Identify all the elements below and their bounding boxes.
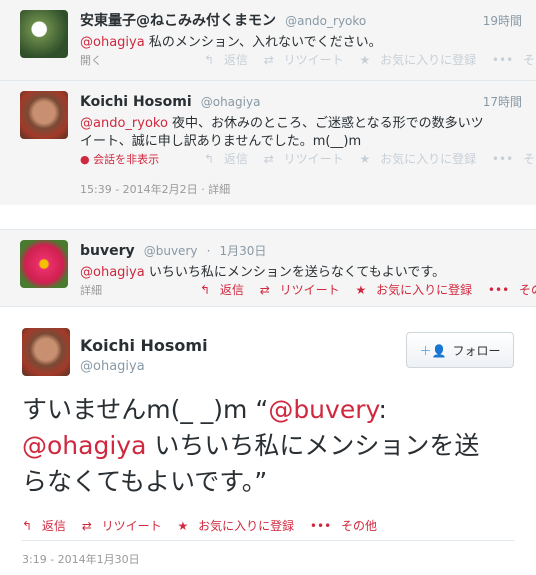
more-button[interactable]: ••• その他 [310, 519, 383, 533]
reply-icon: ↰ [204, 53, 215, 67]
author-name[interactable]: buvery [80, 243, 135, 259]
author-name[interactable]: 安東量子@ねこみみ付くまモン [80, 13, 276, 29]
star-icon: ★ [177, 519, 189, 533]
tweet-text-continued: イート、誠に申し訳ありませんでした。m(__)m [80, 134, 362, 149]
retweet-button[interactable]: ⇄ リツイート [260, 283, 346, 297]
reply-icon: ↰ [200, 283, 211, 297]
star-icon: ★ [355, 283, 367, 297]
retweet-icon: ⇄ [263, 53, 274, 67]
retweet-icon: ⇄ [263, 152, 274, 166]
reply-button[interactable]: ↰ 返信 [204, 53, 254, 67]
mention-link[interactable]: @ohagiya [80, 35, 145, 50]
mention-link[interactable]: @buvery [268, 395, 378, 424]
avatar[interactable] [20, 240, 68, 288]
tweet-text: 私のメンション、入れないでください。 [144, 35, 382, 50]
retweet-icon: ⇄ [81, 519, 92, 533]
tweet-time[interactable]: 19時間 [483, 12, 522, 29]
main-author-name[interactable]: Koichi Hosomi [80, 336, 208, 355]
main-author-handle[interactable]: @ohagiya [80, 359, 145, 374]
more-icon: ••• [491, 152, 514, 166]
retweet-button[interactable]: ⇄ リツイート [82, 519, 168, 533]
avatar[interactable] [22, 328, 70, 376]
avatar[interactable] [20, 91, 68, 139]
tweet-time[interactable]: 17時間 [483, 93, 522, 110]
tweet-buvery: buvery @buvery · 1月30日 @ohagiya いちいち私にメン… [0, 230, 536, 306]
star-icon: ★ [359, 152, 371, 166]
reply-button[interactable]: ↰ 返信 [200, 283, 250, 297]
author-name[interactable]: Koichi Hosomi [80, 94, 192, 110]
more-icon: ••• [491, 53, 514, 67]
author-handle[interactable]: @ando_ryoko [285, 14, 366, 28]
avatar[interactable] [20, 10, 68, 58]
retweet-button[interactable]: ⇄ リツイート [264, 152, 350, 166]
main-tweet-text: すいませんm(_ _)m “@buvery: @ohagiya いちいち私にメン… [22, 395, 480, 496]
tweet-hosomi-reply: Koichi Hosomi @ohagiya 17時間 @ando_ryoko … [0, 81, 536, 205]
reply-icon: ↰ [204, 152, 215, 166]
tweet-ando: 安東量子@ねこみみ付くまモン @ando_ryoko 19時間 @ohagiya… [0, 0, 536, 80]
mention-link[interactable]: @ohagiya [80, 265, 145, 280]
reply-icon: ↰ [22, 519, 33, 533]
retweet-button[interactable]: ⇄ リツイート [264, 53, 350, 67]
detail-link[interactable]: 詳細 [80, 282, 102, 298]
more-icon: ••• [487, 283, 510, 297]
more-icon: ••• [309, 519, 332, 533]
tweet-text: 夜中、お休みのところ、ご迷惑となる形での数多いツ [167, 116, 484, 131]
speech-bubble-icon: ● [80, 153, 90, 166]
reply-button[interactable]: ↰ 返信 [204, 152, 254, 166]
more-button[interactable]: ••• その他 [492, 53, 536, 67]
favorite-button[interactable]: ★ お気に入りに登録 [177, 519, 300, 533]
more-button[interactable]: ••• その他 [488, 283, 536, 297]
favorite-button[interactable]: ★ お気に入りに登録 [359, 53, 482, 67]
follow-button[interactable]: ＋👤 フォロー [406, 332, 514, 368]
expand-link[interactable]: 開く [80, 52, 102, 68]
mention-link[interactable]: @ohagiya [22, 431, 146, 460]
detail-link[interactable]: 詳細 [208, 183, 230, 196]
tweet-time[interactable]: 1月30日 [220, 244, 267, 258]
more-button[interactable]: ••• その他 [492, 152, 536, 166]
author-handle[interactable]: @ohagiya [201, 95, 261, 109]
reply-button[interactable]: ↰ 返信 [22, 519, 72, 533]
star-icon: ★ [359, 53, 371, 67]
favorite-button[interactable]: ★ お気に入りに登録 [355, 283, 478, 297]
divider [22, 540, 514, 541]
mention-link[interactable]: @ando_ryoko [80, 116, 168, 131]
hide-conversation-link[interactable]: ● 会話を非表示 [80, 151, 159, 167]
tweet-text: いちいち私にメンションを送らなくてもよいです。 [144, 265, 446, 280]
follow-person-icon: ＋👤 [419, 343, 447, 358]
author-handle[interactable]: @buvery [144, 244, 198, 258]
main-timestamp[interactable]: 3:19 - 2014年1月30日 [22, 551, 140, 567]
timestamp[interactable]: 15:39 - 2014年2月2日 [80, 183, 198, 196]
favorite-button[interactable]: ★ お気に入りに登録 [359, 152, 482, 166]
divider [0, 306, 536, 307]
retweet-icon: ⇄ [259, 283, 270, 297]
